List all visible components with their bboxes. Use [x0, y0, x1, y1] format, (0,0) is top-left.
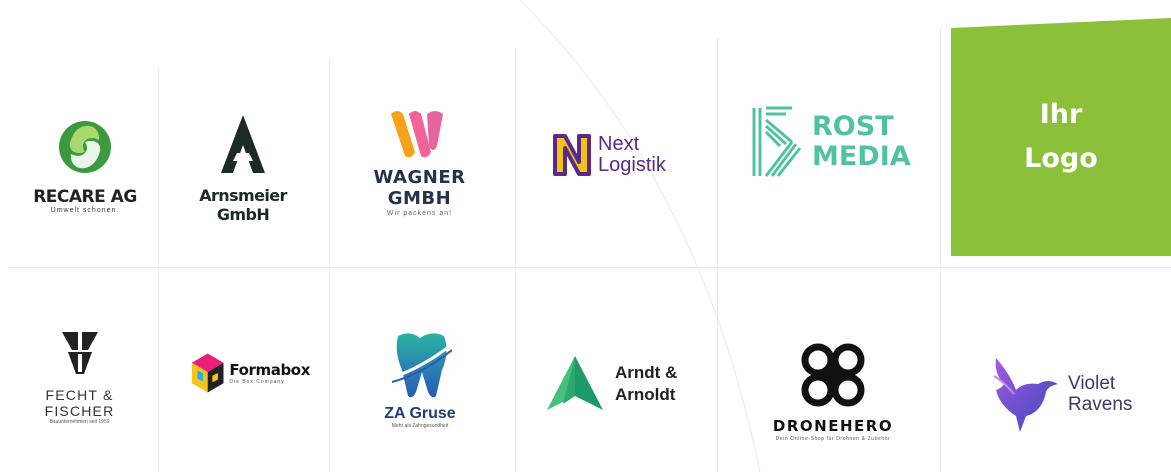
violet-line2: Ravens — [1068, 394, 1133, 415]
grid-divider — [940, 268, 941, 472]
grid-divider — [158, 68, 159, 266]
logo-next-logistik: Next Logistik — [552, 132, 692, 178]
zagruse-tagline: Mehr als Zahngesundheit — [391, 423, 449, 429]
ihr-line1: Ihr — [1039, 99, 1083, 130]
formabox-name: Formabox — [229, 361, 310, 379]
logo-formabox: Formabox Die Box Company — [190, 350, 310, 396]
logo-wagner: WAGNER GMBH Wir packens an! — [347, 106, 492, 217]
violet-bird-icon — [993, 358, 1058, 432]
row-divider — [8, 267, 1171, 268]
arndt-arrow-icon — [547, 356, 603, 410]
dronehero-tagline: Dein Online-Shop für Drohnen & Zubehör — [775, 436, 891, 442]
formabox-tagline: Die Box Company — [229, 379, 285, 385]
grid-divider — [515, 268, 516, 472]
grid-divider — [717, 268, 718, 472]
logo-arndt-arnoldt: Arndt & Arnoldt — [545, 354, 695, 414]
grid-divider — [515, 48, 516, 266]
logo-wall: RECARE AG Umwelt schonen. Arnsmeier GmbH… — [0, 0, 1171, 472]
recare-tagline: Umwelt schonen. — [50, 207, 120, 214]
logo-recare: RECARE AG Umwelt schonen. — [25, 112, 145, 214]
tooth-icon — [389, 333, 453, 398]
arnsmeier-name: Arnsmeier GmbH — [199, 186, 287, 224]
violet-line1: Violet — [1068, 373, 1116, 394]
logo-rost-media: ROST MEDIA — [752, 106, 912, 178]
arndt-line1: Arndt & — [615, 363, 678, 382]
rost-line1: ROST — [812, 111, 894, 142]
fecht-tagline: Bauunternehmen seit 1959 — [49, 419, 110, 425]
grid-divider — [329, 58, 330, 266]
fecht-name: FECHT & FISCHER — [44, 387, 115, 419]
grid-divider — [717, 38, 718, 266]
recare-name: RECARE AG — [33, 187, 137, 207]
grid-divider — [940, 28, 941, 266]
wagner-tagline: Wir packens an! — [386, 210, 453, 217]
zagruse-name: ZA Gruse — [384, 405, 456, 422]
recare-leaf-icon — [59, 121, 111, 173]
dronehero-name: DRONEHERO — [772, 417, 894, 435]
logo-violet-ravens: Violet Ravens — [990, 354, 1140, 434]
rost-line2: MEDIA — [812, 141, 911, 172]
fecht-helmet-icon — [61, 332, 98, 374]
next-line1: Next — [598, 133, 640, 155]
logo-fecht-fischer: FECHT & FISCHER Bauunternehmen seit 1959 — [12, 330, 147, 425]
ihr-line2: Logo — [1024, 143, 1098, 174]
grid-divider — [158, 268, 159, 472]
rost-stripes-icon — [752, 106, 802, 177]
logo-arnsmeier: Arnsmeier GmbH — [178, 113, 308, 224]
next-line2: Logistik — [598, 154, 666, 176]
grid-divider — [329, 268, 330, 472]
drone-icon — [801, 343, 865, 407]
next-n-icon — [553, 134, 591, 176]
arndt-line2: Arnoldt — [615, 385, 676, 404]
logo-za-gruse: ZA Gruse Mehr als Zahngesundheit — [375, 330, 465, 429]
formabox-cube-icon — [191, 353, 224, 393]
wagner-w-icon — [390, 111, 443, 158]
logo-dronehero: DRONEHERO Dein Online-Shop für Drohnen &… — [758, 340, 908, 442]
wagner-name: WAGNER GMBH — [373, 167, 466, 209]
ihr-logo-tile[interactable]: Ihr Logo — [951, 18, 1171, 256]
arnsmeier-a-icon — [221, 115, 265, 173]
